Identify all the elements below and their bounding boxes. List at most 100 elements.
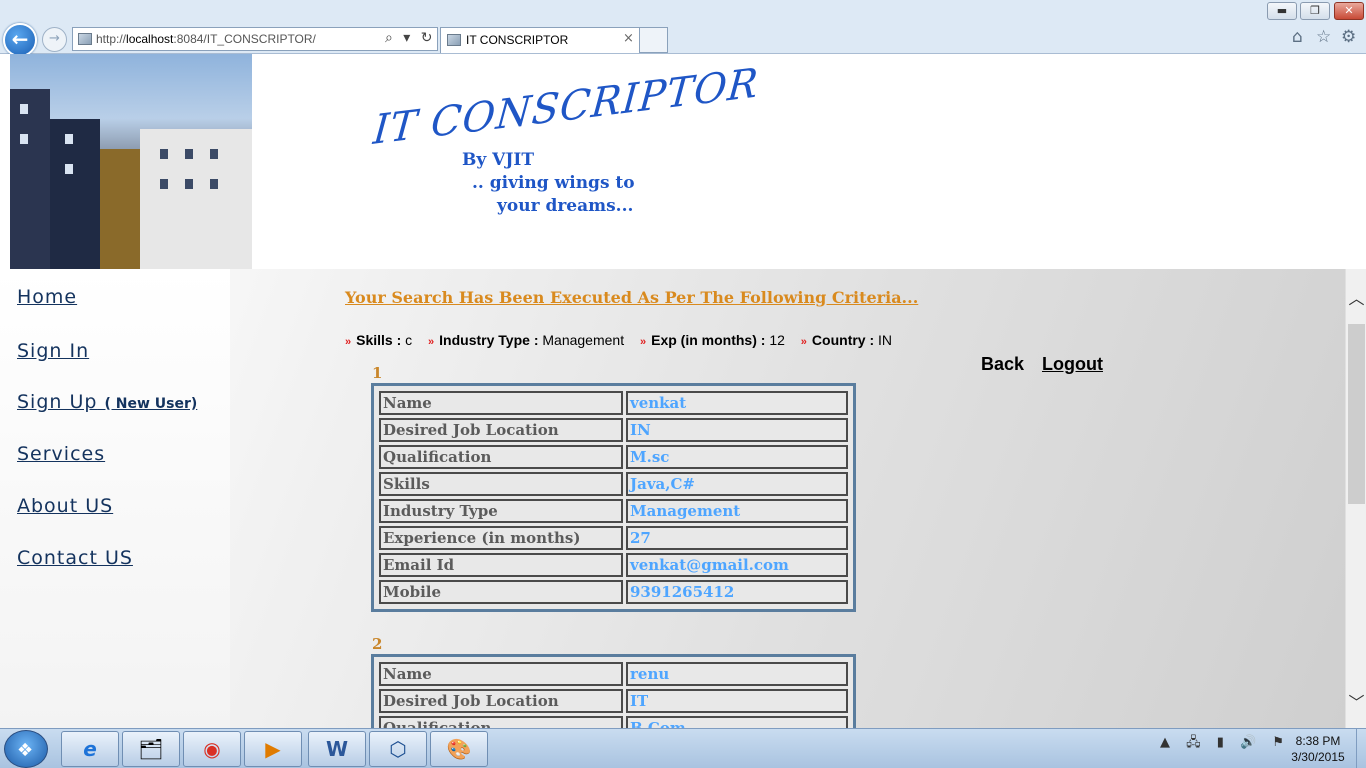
field-label: Industry Type xyxy=(379,499,623,523)
sidebar-item-sign-up[interactable]: Sign Up ( New User) xyxy=(17,391,197,413)
criteria-value: IN xyxy=(878,332,893,348)
sidebar-item-home[interactable]: Home xyxy=(17,286,77,308)
field-value: Java,C# xyxy=(626,472,848,496)
search-refresh-icon[interactable]: ⌕ ▾ ↻ xyxy=(385,30,436,46)
restore-button[interactable]: ❐ xyxy=(1300,2,1330,20)
field-label: Qualification xyxy=(379,445,623,469)
criteria-value: Management xyxy=(542,332,625,348)
clock[interactable]: 8:38 PM 3/30/2015 xyxy=(1285,733,1351,765)
criteria-value: c xyxy=(405,332,413,348)
forward-arrow-icon[interactable]: → xyxy=(42,27,67,52)
field-label: Name xyxy=(379,662,623,686)
sign-up-note: ( New User) xyxy=(104,396,198,412)
show-desktop-button[interactable] xyxy=(1356,729,1366,768)
result-table: Name venkat Desired Job Location IN Qualif… xyxy=(371,383,856,612)
arrow-icon: » xyxy=(800,336,807,348)
field-label: Qualification xyxy=(379,716,623,728)
scroll-up-icon[interactable]: ︿ xyxy=(1346,285,1366,309)
table-row: Industry Type Management xyxy=(379,499,848,523)
tab-it-conscriptor[interactable]: IT CONSCRIPTOR × xyxy=(440,27,640,53)
building-window xyxy=(160,179,168,189)
field-value: IN xyxy=(626,418,848,442)
field-label: Name xyxy=(379,391,623,415)
field-label: Email Id xyxy=(379,553,623,577)
url-path: :8084/IT_CONSCRIPTOR/ xyxy=(173,32,316,46)
word-icon[interactable]: W xyxy=(308,731,366,767)
paint-icon[interactable]: 🎨 xyxy=(430,731,488,767)
building-window xyxy=(160,149,168,159)
field-value: venkat@gmail.com xyxy=(626,553,848,577)
tab-title: IT CONSCRIPTOR xyxy=(466,33,569,47)
address-url: http://localhost:8084/IT_CONSCRIPTOR/ xyxy=(96,32,316,46)
tagline-dreams: your dreams... xyxy=(497,196,634,216)
new-tab-button[interactable] xyxy=(640,27,668,53)
minimize-button[interactable]: ▬ xyxy=(1267,2,1297,20)
windows-logo-icon: ❖ xyxy=(17,740,34,761)
table-row: Email Id venkat@gmail.com xyxy=(379,553,848,577)
field-label: Mobile xyxy=(379,580,623,604)
start-button[interactable]: ❖ xyxy=(4,730,48,768)
result-number: 2 xyxy=(372,635,383,653)
table-row: Qualification B.Com xyxy=(379,716,848,728)
sidebar-item-sign-in[interactable]: Sign In xyxy=(17,340,89,362)
building-block xyxy=(140,129,252,269)
tab-close-icon[interactable]: × xyxy=(623,31,634,46)
table-row: Qualification M.sc xyxy=(379,445,848,469)
building-block xyxy=(10,89,50,269)
media-player-icon[interactable]: ▶ xyxy=(244,731,302,767)
search-result-heading: Your Search Has Been Executed As Per The… xyxy=(345,288,919,307)
building-window xyxy=(65,164,73,174)
back-arrow-icon[interactable]: ← xyxy=(3,23,37,57)
table-row: Mobile 9391265412 xyxy=(379,580,848,604)
scroll-thumb[interactable] xyxy=(1348,324,1365,504)
field-value: B.Com xyxy=(626,716,848,728)
search-criteria: » Skills : c » Industry Type : Management … xyxy=(345,332,904,348)
back-link[interactable]: Back xyxy=(981,354,1024,375)
table-row: Skills Java,C# xyxy=(379,472,848,496)
field-value: renu xyxy=(626,662,848,686)
result-number: 1 xyxy=(372,364,383,382)
settings-gear-icon[interactable]: ⚙ xyxy=(1341,27,1356,47)
arrow-icon: » xyxy=(639,336,647,348)
sidebar-item-contact-us[interactable]: Contact US xyxy=(17,547,133,569)
criteria-label: Skills : xyxy=(356,332,402,348)
field-label: Desired Job Location xyxy=(379,418,623,442)
favorites-star-icon[interactable]: ☆ xyxy=(1316,27,1331,47)
virtualbox-icon[interactable]: ⬡ xyxy=(369,731,427,767)
system-tray-icons[interactable]: ▲ 🖧 ▮ 🔊 ⚑ xyxy=(1160,733,1290,755)
building-window xyxy=(185,179,193,189)
result-table: Name renu Desired Job Location IT Qualific… xyxy=(371,654,856,728)
criteria-label: Exp (in months) : xyxy=(651,332,766,348)
clock-date: 3/30/2015 xyxy=(1291,750,1345,764)
page-scrollbar[interactable]: ︿ ﹀ xyxy=(1345,269,1366,728)
sidebar-item-about-us[interactable]: About US xyxy=(17,495,113,517)
tagline-wings: .. giving wings to xyxy=(472,173,635,193)
building-block xyxy=(100,149,140,269)
home-icon[interactable]: ⌂ xyxy=(1292,27,1303,47)
college-building-image xyxy=(10,54,252,269)
criteria-label: Industry Type : xyxy=(439,332,539,348)
page-favicon-icon xyxy=(78,33,92,45)
arrow-icon: » xyxy=(345,336,352,348)
field-value: venkat xyxy=(626,391,848,415)
table-row: Name renu xyxy=(379,662,848,686)
field-label: Skills xyxy=(379,472,623,496)
chrome-icon[interactable]: ◉ xyxy=(183,731,241,767)
building-window xyxy=(20,104,28,114)
table-row: Name venkat xyxy=(379,391,848,415)
close-window-button[interactable]: ✕ xyxy=(1334,2,1364,20)
building-window xyxy=(65,134,73,144)
logout-link[interactable]: Logout xyxy=(1042,354,1103,375)
file-explorer-icon[interactable]: 🗂 xyxy=(122,731,180,767)
sidebar-item-services[interactable]: Services xyxy=(17,443,105,465)
field-value: M.sc xyxy=(626,445,848,469)
address-bar[interactable]: http://localhost:8084/IT_CONSCRIPTOR/ ⌕ … xyxy=(72,27,438,51)
internet-explorer-icon[interactable]: e xyxy=(61,731,119,767)
arrow-icon: » xyxy=(428,336,435,348)
field-value: Management xyxy=(626,499,848,523)
field-value: 9391265412 xyxy=(626,580,848,604)
building-window xyxy=(185,149,193,159)
scroll-down-icon[interactable]: ﹀ xyxy=(1346,689,1366,713)
sign-up-label[interactable]: Sign Up xyxy=(17,391,97,413)
tagline-by: By VJIT xyxy=(462,150,535,170)
